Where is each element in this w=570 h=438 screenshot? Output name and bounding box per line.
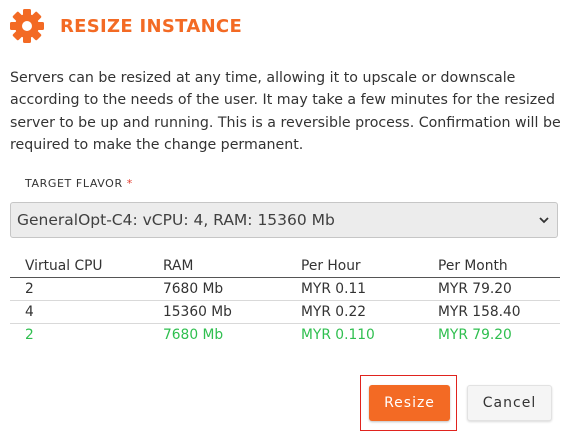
gear-icon (10, 9, 44, 43)
target-flavor-label-text: TARGET FLAVOR (25, 177, 123, 190)
cell-per-month: MYR 79.20 (423, 277, 560, 301)
flavor-comparison-table: Virtual CPU RAM Per Hour Per Month 2 768… (10, 255, 560, 346)
cell-vcpu: 2 (25, 327, 34, 343)
chevron-down-icon (539, 217, 549, 224)
column-header-vcpu: Virtual CPU (10, 255, 148, 278)
column-header-per-hour: Per Hour (286, 255, 423, 278)
cell-ram: 15360 Mb (148, 300, 286, 324)
table-row-current: 2 7680 Mb MYR 0.11 MYR 79.20 (10, 277, 560, 301)
cell-per-hour: MYR 0.11 (286, 277, 423, 301)
cell-per-month: MYR 79.20 (438, 327, 512, 343)
target-flavor-select[interactable]: GeneralOpt-C4: vCPU: 4, RAM: 15360 Mb (10, 202, 558, 238)
cell-vcpu: 2 (10, 277, 148, 301)
target-flavor-selected-value: GeneralOpt-C4: vCPU: 4, RAM: 15360 Mb (17, 211, 335, 229)
column-header-ram: RAM (148, 255, 286, 278)
cancel-button[interactable]: Cancel (467, 385, 552, 421)
cell-ram: 7680 Mb (148, 277, 286, 301)
cell-ram: 7680 Mb (163, 327, 224, 343)
table-row-new: 2 7680 Mb MYR 0.110 MYR 79.20 (10, 324, 560, 347)
cell-per-hour: MYR 0.22 (286, 300, 423, 324)
dialog-header: RESIZE INSTANCE (10, 8, 242, 44)
dialog-title: RESIZE INSTANCE (60, 15, 243, 37)
required-asterisk: * (126, 177, 133, 190)
cell-vcpu: 4 (10, 300, 148, 324)
target-flavor-label: TARGET FLAVOR * (25, 177, 133, 190)
resize-button[interactable]: Resize (369, 385, 450, 421)
cell-per-hour: MYR 0.110 (301, 327, 375, 343)
table-header-row: Virtual CPU RAM Per Hour Per Month (10, 255, 560, 278)
cell-per-month: MYR 158.40 (423, 300, 560, 324)
dialog-description: Servers can be resized at any time, allo… (10, 70, 561, 153)
table-row-target: 4 15360 Mb MYR 0.22 MYR 158.40 (10, 300, 560, 324)
column-header-per-month: Per Month (423, 255, 560, 278)
